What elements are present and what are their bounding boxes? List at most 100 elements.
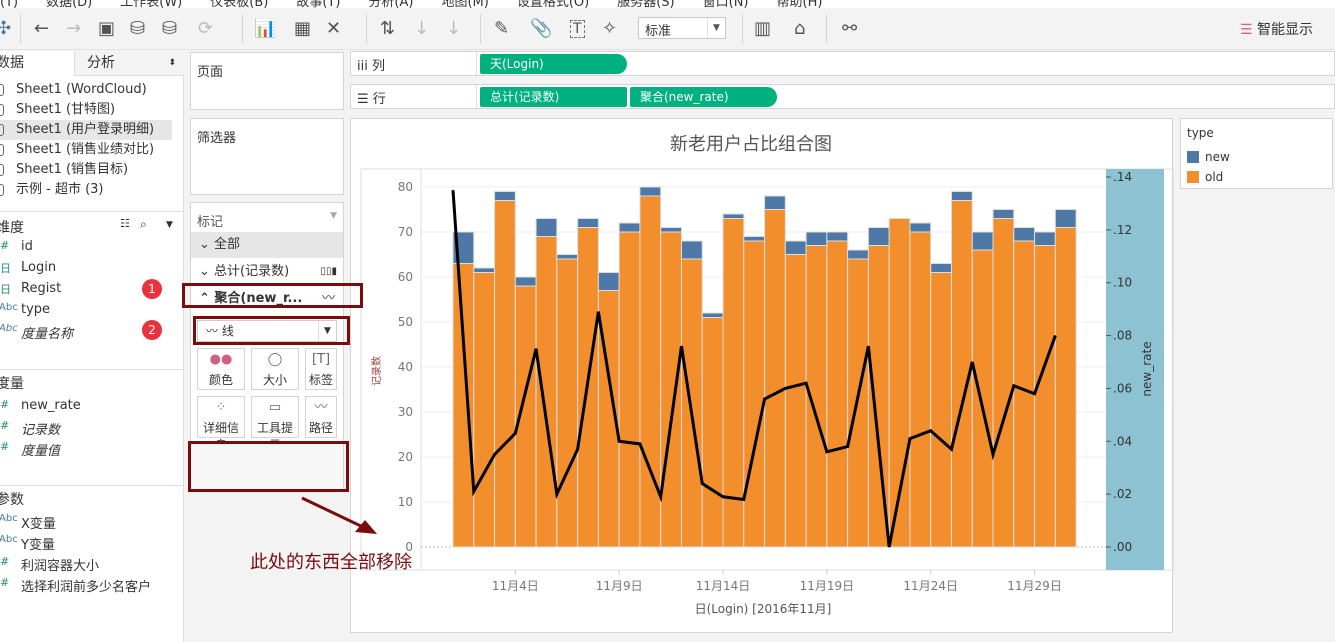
bar-new[interactable] (971, 231, 994, 251)
bar-old[interactable] (971, 249, 994, 548)
duplicate-sheet-icon[interactable]: ▦ (294, 18, 311, 40)
bar-old[interactable] (494, 200, 516, 548)
new-rate-point[interactable] (867, 345, 869, 347)
sort-desc-icon[interactable]: ↓ (446, 18, 461, 40)
sort-asc-icon[interactable]: ↓ (414, 18, 429, 40)
share-icon[interactable]: ⚯ (842, 18, 857, 40)
field-item[interactable]: # 记录数 (0, 419, 60, 438)
field-item[interactable]: # id (0, 239, 33, 254)
new-rate-point[interactable] (826, 451, 828, 453)
filters-shelf[interactable]: 筛选器 (190, 118, 344, 195)
bar-new[interactable] (950, 191, 973, 201)
new-rate-point[interactable] (701, 483, 703, 485)
bar-new[interactable] (618, 222, 641, 233)
new-rate-point[interactable] (909, 438, 911, 440)
field-item[interactable]: Abc 度量名称 (0, 323, 73, 342)
bar-old[interactable] (930, 272, 952, 548)
group-icon[interactable]: 📎 (530, 18, 552, 40)
columns-shelf[interactable]: iii 列 天(Login) (350, 51, 1335, 76)
bar-new[interactable] (701, 312, 724, 318)
field-item[interactable]: Abc X变量 (0, 513, 56, 532)
bar-old[interactable] (701, 317, 724, 548)
bar-new[interactable] (805, 231, 828, 246)
bar-new[interactable] (680, 240, 703, 260)
bar-new[interactable] (660, 227, 682, 233)
new-rate-point[interactable] (847, 446, 849, 448)
marks-button[interactable]: ▭工具提示 (251, 396, 299, 452)
new-rate-point[interactable] (452, 189, 454, 191)
datasource-item[interactable]: Sheet1 (甘特图) (0, 100, 115, 120)
save-icon[interactable]: ▣ (98, 18, 115, 40)
show-me-button[interactable]: ☰ 智能显示 (1240, 19, 1313, 39)
bar-old[interactable] (452, 263, 475, 548)
fit-select[interactable]: 标准 ▼ (638, 17, 726, 39)
marks-all-row[interactable]: ⌄ 全部 (191, 232, 343, 258)
new-rate-point[interactable] (473, 491, 475, 492)
tableau-logo-icon[interactable]: ✣ (0, 18, 11, 40)
pill-sum-records[interactable]: 总计(记录数) (480, 87, 627, 107)
swap-icon[interactable]: ⇅ (380, 18, 395, 40)
pages-shelf[interactable]: 页面 (190, 52, 344, 110)
new-rate-point[interactable] (722, 496, 724, 498)
bar-new[interactable] (1054, 209, 1077, 228)
chart-view[interactable]: 新老用户占比组合图 0 10 20 30 40 50 60 70 80.00.02.04.06.0… (350, 118, 1175, 633)
datasource-item[interactable]: Sheet1 (销售业绩对比) (0, 140, 154, 160)
bar-old[interactable] (660, 231, 682, 548)
field-item[interactable]: # 利润容器大小 (0, 555, 99, 574)
new-rate-point[interactable] (764, 398, 766, 400)
bar-new[interactable] (784, 240, 807, 255)
bar-old[interactable] (639, 195, 662, 548)
datasource-item[interactable]: Sheet1 (WordCloud) (0, 80, 147, 100)
bar-new[interactable] (930, 263, 952, 273)
legend-item[interactable]: new (1181, 147, 1332, 167)
fix-axes-icon[interactable]: ✧ (602, 18, 617, 40)
list-view-icon[interactable]: ☷ (120, 217, 130, 230)
field-item[interactable]: 日 Regist (0, 281, 61, 296)
datasource-item[interactable]: Sheet1 (销售目标) (0, 160, 128, 180)
pill-day-login[interactable]: 天(Login) (480, 54, 627, 74)
new-rate-point[interactable] (577, 448, 579, 450)
show-cards-icon[interactable]: ▥ (754, 18, 771, 40)
show-labels-icon[interactable]: T (570, 20, 585, 38)
bar-new[interactable] (597, 272, 620, 291)
bar-new[interactable] (722, 213, 745, 219)
bar-old[interactable] (618, 231, 641, 548)
chevron-down-icon[interactable]: ▼ (166, 220, 173, 230)
bar-new[interactable] (556, 254, 579, 260)
bar-new[interactable] (909, 222, 932, 233)
marks-sum-row[interactable]: ⌄ 总计(记录数) ▯▯▮ (191, 259, 343, 285)
bar-new[interactable] (847, 249, 869, 260)
bar-old[interactable] (743, 240, 766, 548)
bar-old[interactable] (826, 240, 849, 548)
new-rate-point[interactable] (971, 361, 973, 363)
new-rate-point[interactable] (992, 454, 994, 455)
field-item[interactable]: # 选择利润前多少名客户 (0, 576, 151, 595)
redo-icon[interactable]: → (66, 18, 81, 40)
marks-button[interactable]: ●● 颜色 (197, 348, 245, 390)
new-rate-point[interactable] (680, 345, 682, 347)
field-item[interactable]: 日 Login (0, 260, 56, 275)
bar-old[interactable] (1054, 227, 1077, 548)
legend-item[interactable]: old (1181, 167, 1332, 187)
marks-button[interactable]: [T] 标签 (305, 348, 337, 390)
tab-data[interactable]: 数据 (0, 51, 70, 76)
presentation-icon[interactable]: ⌂ (794, 18, 805, 40)
bar-new[interactable] (494, 191, 516, 201)
new-worksheet-icon[interactable]: 📊 (254, 18, 276, 40)
new-rate-point[interactable] (784, 387, 786, 389)
new-rate-point[interactable] (535, 348, 537, 350)
search-icon[interactable]: ⌕ (140, 217, 147, 232)
bar-new[interactable] (535, 218, 558, 237)
new-rate-point[interactable] (888, 546, 890, 548)
highlight-icon[interactable]: ✎ (494, 18, 509, 40)
new-rate-point[interactable] (930, 430, 932, 432)
new-rate-point[interactable] (950, 448, 952, 450)
datasource-item[interactable]: 示例 - 超市 (3) (0, 180, 104, 200)
chevron-down-icon[interactable]: ▼ (330, 211, 337, 221)
bar-new[interactable] (992, 209, 1015, 219)
bar-new[interactable] (1013, 227, 1036, 242)
bar-new[interactable] (743, 236, 766, 242)
bar-old[interactable] (992, 218, 1015, 548)
bar-new[interactable] (473, 267, 496, 273)
new-rate-point[interactable] (639, 443, 641, 445)
